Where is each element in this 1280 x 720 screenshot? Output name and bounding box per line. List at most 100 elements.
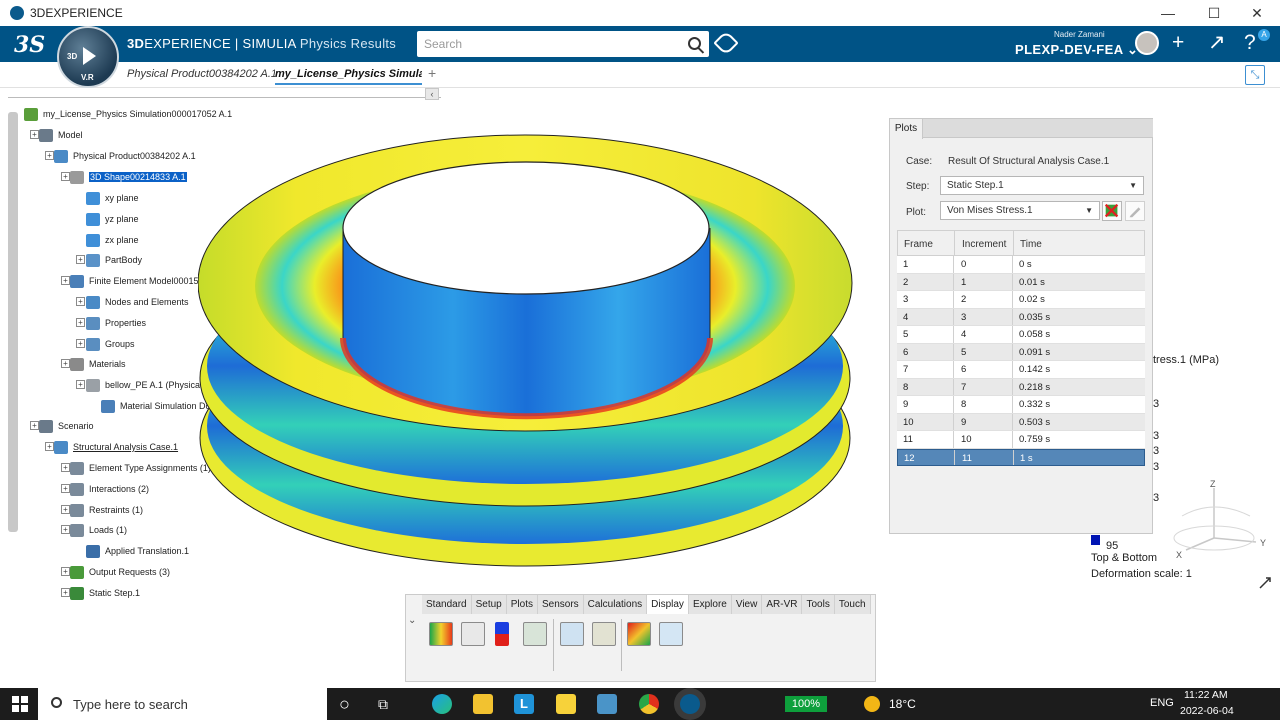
toolbar-tab-plots[interactable]: Plots (506, 595, 538, 614)
photos-icon[interactable] (597, 694, 617, 714)
tree-item[interactable]: my_License_Physics Simulation000017052 A… (24, 106, 232, 122)
column-increment[interactable]: Increment (962, 239, 1006, 250)
tree-expand-toggle[interactable]: + (45, 442, 54, 451)
task-view-icon[interactable]: ⧉ (378, 696, 388, 713)
tree-expand-toggle[interactable]: + (30, 130, 39, 139)
table-row[interactable]: 12 11 1 s (897, 448, 1145, 466)
clock-time[interactable]: 11:22 AM (1184, 689, 1228, 701)
file-explorer-icon[interactable] (473, 694, 493, 714)
edge-icon[interactable] (432, 694, 452, 714)
compass-icon[interactable]: 3D V.R (57, 26, 119, 88)
add-tab-icon[interactable]: + (428, 65, 436, 81)
tree-item[interactable]: Applied Translation.1 (86, 543, 189, 559)
table-row[interactable]: 11 10 0.759 s (897, 431, 1145, 449)
language-indicator[interactable]: ENG (1150, 697, 1174, 709)
toolbar-tab-explore[interactable]: Explore (688, 595, 732, 614)
tree-expand-toggle[interactable]: + (61, 525, 70, 534)
table-row[interactable]: 2 1 0.01 s (897, 273, 1145, 291)
search-input[interactable] (417, 31, 667, 57)
tree-item[interactable]: yz plane (86, 211, 139, 227)
tree-collapse-button[interactable]: ‹ (425, 88, 439, 100)
weather-sun-icon[interactable] (864, 696, 880, 712)
tree-expand-toggle[interactable]: + (61, 588, 70, 597)
3dexperience-taskbar-icon[interactable] (680, 694, 700, 714)
windows-start-icon[interactable] (12, 696, 28, 712)
sticky-notes-icon[interactable] (556, 694, 576, 714)
plot-color-map-button[interactable] (1102, 201, 1122, 221)
contour-plot-icon[interactable] (429, 622, 453, 646)
toolbar-tab-tools[interactable]: Tools (802, 595, 835, 614)
tree-item[interactable]: + PartBody (76, 252, 142, 268)
tree-item[interactable]: +3D Shape00214833 A.1 (61, 169, 187, 185)
table-row[interactable]: 8 7 0.218 s (897, 378, 1145, 396)
table-row[interactable]: 7 6 0.142 s (897, 361, 1145, 379)
tree-expand-toggle[interactable]: + (76, 380, 85, 389)
tree-item[interactable]: + Static Step.1 (61, 585, 140, 601)
tree-item[interactable]: + Scenario (30, 418, 94, 434)
edit-plot-button[interactable] (1125, 201, 1145, 221)
toolbar-tab-standard[interactable]: Standard (422, 595, 472, 614)
avatar[interactable] (1135, 31, 1159, 55)
sensor-display-icon[interactable] (592, 622, 616, 646)
tree-item[interactable]: + Element Type Assignments (1) (61, 460, 211, 476)
image-capture-icon[interactable] (659, 622, 683, 646)
tree-expand-toggle[interactable]: + (30, 421, 39, 430)
3d-viewport[interactable] (198, 128, 862, 578)
tree-item[interactable]: + Output Requests (3) (61, 564, 170, 580)
tree-item[interactable]: + Physical Product00384202 A.1 (45, 148, 196, 164)
camera-icon[interactable] (560, 622, 584, 646)
tree-expand-toggle[interactable]: + (76, 339, 85, 348)
toolbar-tab-calculations[interactable]: Calculations (583, 595, 648, 614)
close-button[interactable]: ✕ (1234, 0, 1280, 26)
table-row[interactable]: 9 8 0.332 s (897, 396, 1145, 414)
help-icon[interactable]: ? (1244, 31, 1256, 55)
tree-expand-toggle[interactable]: + (76, 318, 85, 327)
taskbar-search[interactable]: Type here to search (38, 688, 327, 720)
section-view-icon[interactable] (523, 622, 547, 646)
column-time[interactable]: Time (1020, 239, 1042, 250)
tree-item[interactable]: + Materials (61, 356, 126, 372)
tab-license-physics-simulation[interactable]: my_License_Physics Simulat (275, 68, 422, 85)
table-row[interactable]: 5 4 0.058 s (897, 326, 1145, 344)
cortana-icon[interactable]: ○ (339, 694, 350, 715)
toolbar-tab-setup[interactable]: Setup (471, 595, 507, 614)
toolbar-tab-touch[interactable]: Touch (834, 595, 871, 614)
search-icon[interactable] (688, 37, 701, 50)
maximize-button[interactable]: ☐ (1191, 0, 1237, 26)
toolbar-tab-view[interactable]: View (731, 595, 763, 614)
resize-grip-icon[interactable] (1258, 576, 1272, 590)
search-box[interactable] (417, 31, 709, 57)
table-row[interactable]: 1 0 0 s (897, 256, 1145, 274)
tree-expand-toggle[interactable]: + (61, 359, 70, 368)
tree-expand-toggle[interactable]: + (61, 567, 70, 576)
tree-item[interactable]: + Model (30, 127, 83, 143)
dassault-logo-icon[interactable]: 3S (14, 32, 45, 58)
step-select[interactable]: Static Step.1 ▼ (940, 176, 1144, 195)
collapse-view-button[interactable]: ⤡ (1245, 65, 1265, 85)
table-row[interactable]: 3 2 0.02 s (897, 291, 1145, 309)
clock-date[interactable]: 2022-06-04 (1180, 705, 1234, 717)
tree-item[interactable]: + Groups (76, 336, 135, 352)
display-settings-icon[interactable] (627, 622, 651, 646)
tree-expand-toggle[interactable]: + (61, 172, 70, 181)
tree-item[interactable]: zx plane (86, 232, 139, 248)
plots-panel-tab[interactable]: Plots (890, 119, 923, 139)
tree-item[interactable]: xy plane (86, 190, 139, 206)
tree-item[interactable]: + Structural Analysis Case.1 (45, 439, 178, 455)
tenant-selector[interactable]: PLEXP-DEV-FEA ⌄ (1015, 42, 1138, 58)
toolbar-tab-sensors[interactable]: Sensors (537, 595, 584, 614)
battery-indicator[interactable]: 100% (785, 696, 827, 712)
table-row[interactable]: 6 5 0.091 s (897, 343, 1145, 361)
tree-scrollbar[interactable] (8, 112, 18, 532)
column-frame[interactable]: Frame (904, 239, 933, 250)
tree-item[interactable]: + Properties (76, 315, 146, 331)
chevron-down-icon[interactable]: ⌄ (408, 615, 416, 626)
toolbar-tab-ar-vr[interactable]: AR-VR (762, 595, 803, 614)
minimize-button[interactable]: — (1145, 0, 1191, 26)
tree-item[interactable]: + Nodes and Elements (76, 294, 189, 310)
temperature[interactable]: 18°C (889, 697, 916, 711)
app-l-icon[interactable]: L (514, 694, 534, 714)
mesh-display-icon[interactable] (461, 622, 485, 646)
plot-select[interactable]: Von Mises Stress.1 ▼ (940, 201, 1100, 220)
axis-triad-icon[interactable]: Z Y X (1168, 478, 1272, 568)
